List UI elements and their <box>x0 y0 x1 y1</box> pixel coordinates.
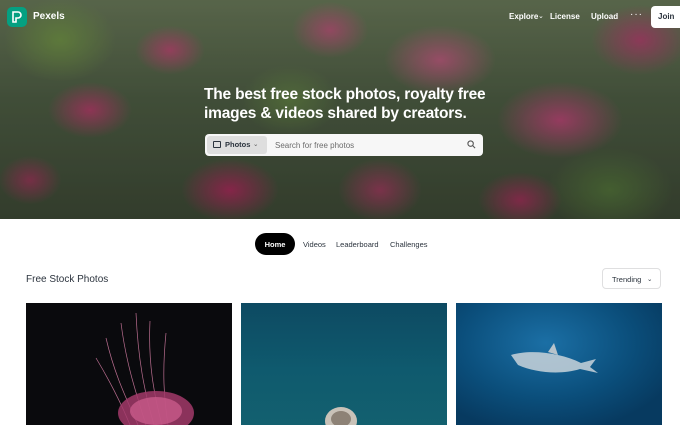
photo-card-jellyfish[interactable] <box>26 303 232 425</box>
diver-image <box>325 407 357 425</box>
jellyfish-image <box>95 312 194 425</box>
hero-headline: The best free stock photos, royalty free… <box>204 86 486 122</box>
tab-home[interactable]: Home <box>255 233 295 255</box>
pexels-logo-icon[interactable] <box>7 7 27 27</box>
chevron-down-icon[interactable]: ⌄ <box>538 12 544 20</box>
section-title: Free Stock Photos <box>26 274 109 285</box>
chevron-down-icon: ⌄ <box>253 141 259 148</box>
nav-upload[interactable]: Upload <box>591 12 618 21</box>
search-input[interactable] <box>275 137 455 153</box>
tab-videos[interactable]: Videos <box>303 233 326 255</box>
sort-dropdown[interactable]: Trending ⌄ <box>602 268 661 289</box>
shark-image <box>511 343 598 373</box>
sort-label: Trending <box>612 275 642 284</box>
tab-challenges[interactable]: Challenges <box>390 233 428 255</box>
photo-icon <box>213 141 221 148</box>
search-icon[interactable] <box>467 140 476 149</box>
brand-name[interactable]: Pexels <box>33 11 65 22</box>
search-type-dropdown[interactable]: Photos ⌄ <box>207 136 267 154</box>
photo-card-shark[interactable] <box>456 303 662 425</box>
chevron-down-icon: ⌄ <box>647 276 653 283</box>
tab-leaderboard[interactable]: Leaderboard <box>336 233 379 255</box>
nav-explore[interactable]: Explore <box>509 12 538 21</box>
more-icon[interactable]: ··· <box>630 9 643 20</box>
search-type-label: Photos <box>225 140 251 149</box>
photo-card-diver[interactable] <box>241 303 447 425</box>
top-nav: Pexels Explore ⌄ License Upload ··· Join <box>0 0 680 34</box>
join-button[interactable]: Join <box>651 6 680 28</box>
search-bar: Photos ⌄ <box>205 134 483 156</box>
nav-license[interactable]: License <box>550 12 580 21</box>
